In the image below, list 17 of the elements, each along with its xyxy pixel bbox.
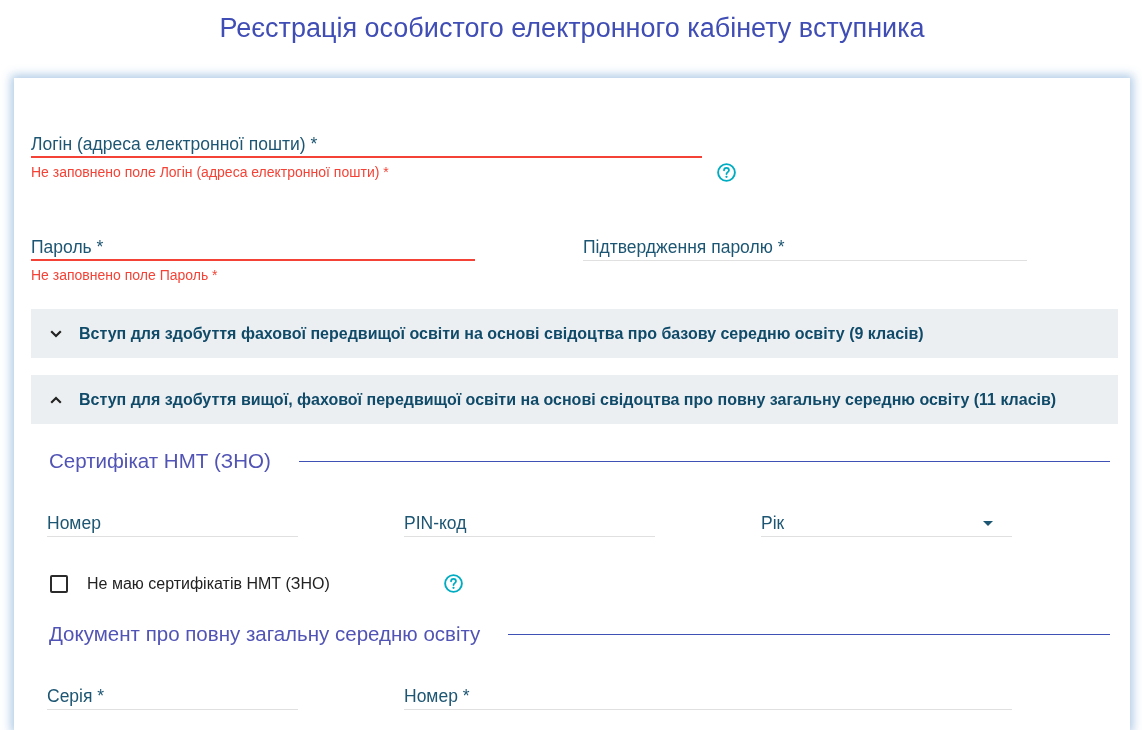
error-message: Не заповнено поле Логін (адреса електронної пошти) * — [31, 165, 390, 180]
caret-icon — [983, 521, 993, 526]
help-icon[interactable] — [444, 574, 463, 593]
input-field[interactable]: Логін (адреса електронної пошти) * — [31, 130, 702, 158]
section-heading: Сертифікат НМТ (ЗНО) — [49, 449, 271, 473]
accordion-header[interactable]: Вступ для здобуття фахової передвищої освіти на основі свідоцтва про базову середню освіту (9 класів) — [31, 309, 1118, 358]
input-field[interactable]: Пароль * — [31, 233, 475, 261]
dropdown-field[interactable]: Рік — [761, 509, 1012, 537]
accordion-header[interactable]: Вступ для здобуття вищої, фахової передвищої освіти на основі свідоцтва про повну загальну середню освіту (11 класів) — [31, 375, 1118, 424]
error-message: Не заповнено поле Пароль * — [31, 268, 219, 283]
chevron-down-icon — [50, 329, 62, 338]
chevron-up-icon — [50, 395, 62, 404]
checkbox[interactable] — [50, 574, 68, 593]
section-heading: Документ про повну загальну середню освіту — [49, 622, 481, 646]
checkbox-label[interactable]: Не маю сертифікатів НМТ (ЗНО) — [87, 574, 330, 593]
page-title: Реєстрація особистого електронного кабінету вступника — [218, 12, 926, 45]
help-icon[interactable] — [717, 163, 736, 182]
